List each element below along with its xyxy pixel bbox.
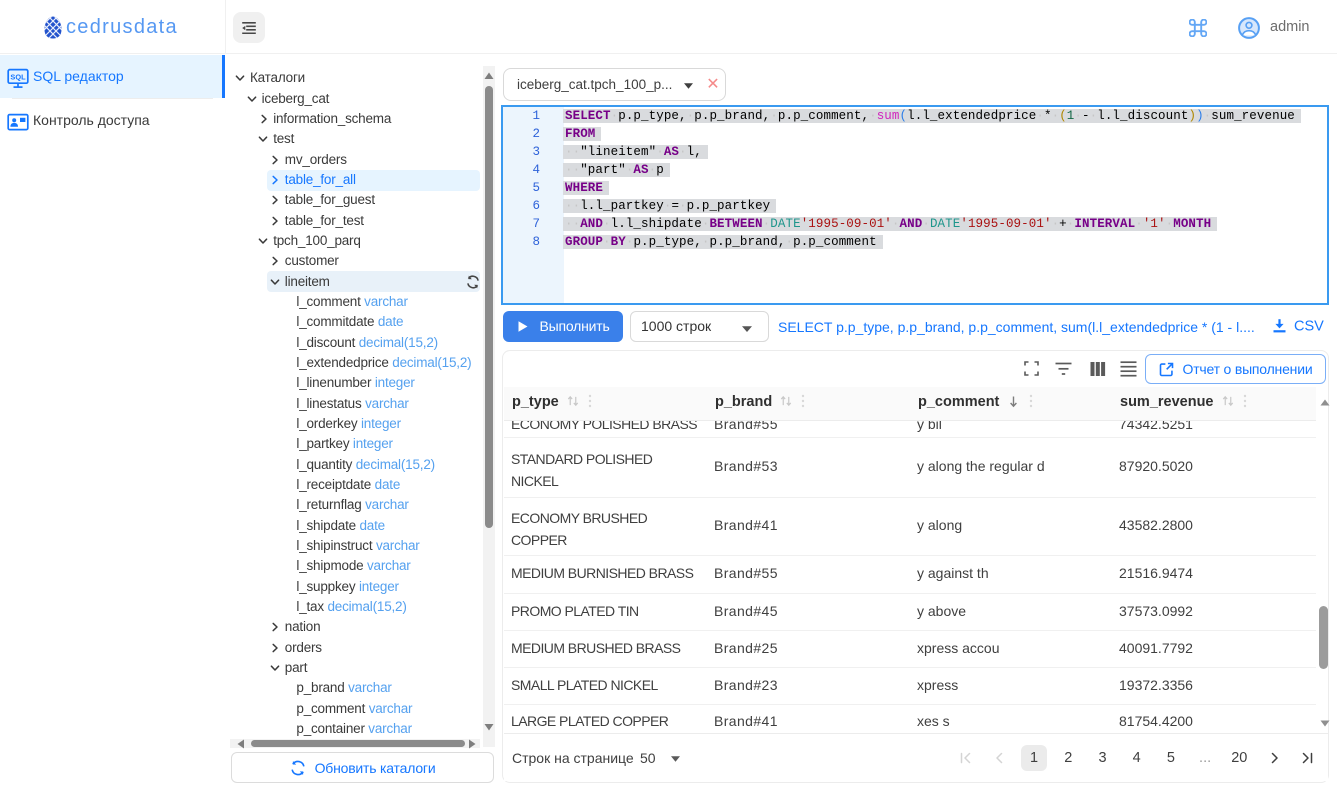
svg-text:SQL: SQL xyxy=(10,72,26,81)
